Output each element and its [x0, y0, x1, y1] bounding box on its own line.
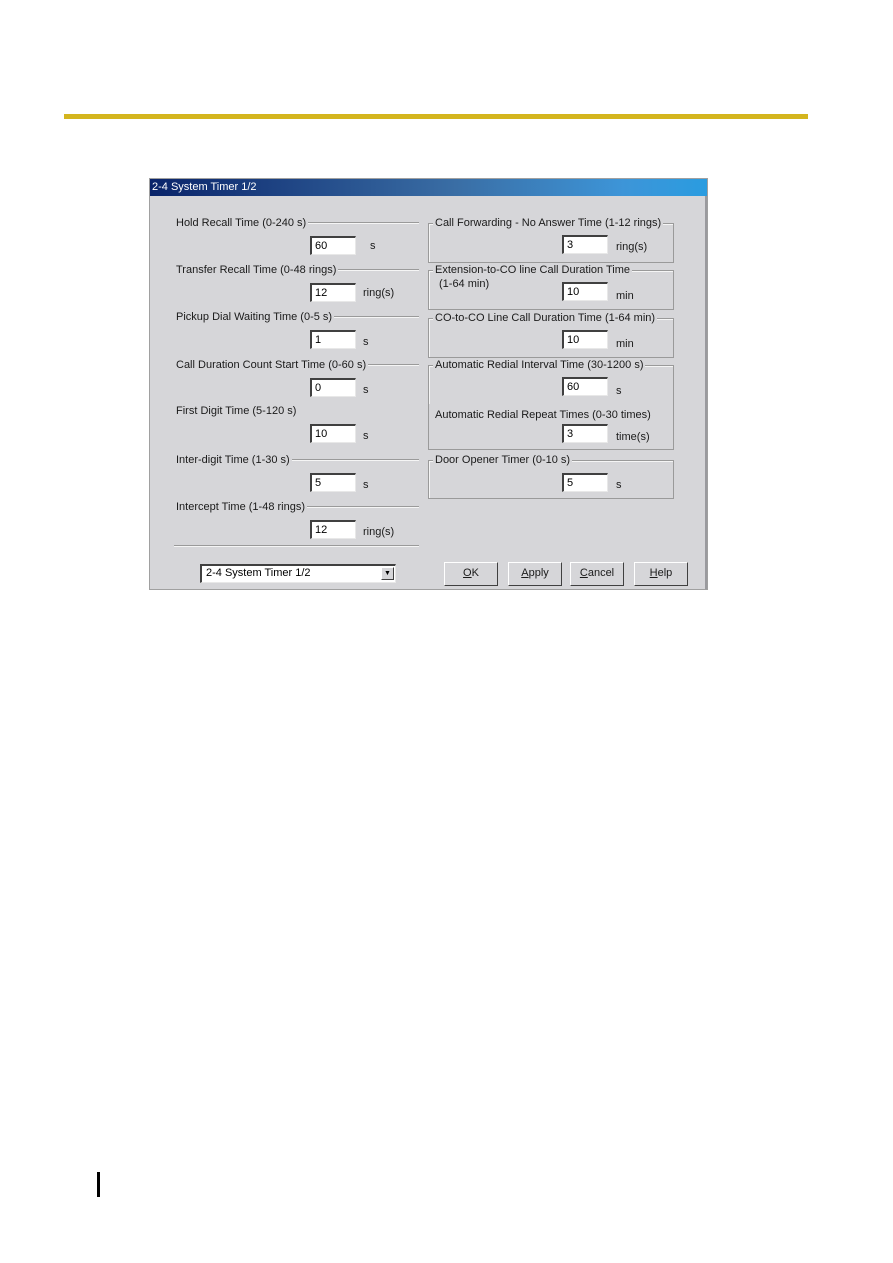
- system-timer-dialog: 2-4 System Timer 1/2 Hold Recall Time (0…: [149, 178, 708, 590]
- group-label: Intercept Time (1-48 rings): [174, 501, 307, 513]
- group-label: Call Duration Count Start Time (0-60 s): [174, 359, 369, 371]
- group-intercept-time: Intercept Time (1-48 rings) 12 ring(s): [174, 501, 419, 544]
- unit-label: s: [363, 430, 369, 442]
- unit-label: min: [616, 290, 634, 302]
- group-extension-to-co-call-duration-time: Extension-to-CO line Call Duration Time …: [428, 264, 674, 310]
- unit-label: ring(s): [616, 241, 648, 253]
- unit-label: ring(s): [363, 287, 395, 299]
- ok-mnemonic: O: [463, 567, 472, 579]
- unit-label: min: [616, 338, 634, 350]
- group-label: First Digit Time (5-120 s): [174, 405, 299, 417]
- dialog-edge: [705, 196, 707, 589]
- group-first-digit-time: First Digit Time (5-120 s) 10 s: [174, 405, 419, 448]
- unit-label: s: [363, 336, 369, 348]
- help-label: elp: [657, 567, 673, 579]
- cancel-label: ancel: [587, 567, 615, 579]
- extension-to-co-call-duration-time-input[interactable]: 10: [562, 282, 608, 301]
- page-selector-dropdown[interactable]: 2-4 System Timer 1/2 ▼: [200, 564, 396, 583]
- group-call-duration-count-start-time: Call Duration Count Start Time (0-60 s) …: [174, 359, 419, 402]
- inter-digit-time-input[interactable]: 5: [310, 473, 356, 492]
- group-label: Automatic Redial Interval Time (30-1200 …: [433, 359, 646, 371]
- call-forwarding-no-answer-time-input[interactable]: 3: [562, 235, 608, 254]
- automatic-redial-repeat-times-input[interactable]: 3: [562, 424, 608, 443]
- group-door-opener-timer: Door Opener Timer (0-10 s) 5 s: [428, 454, 674, 499]
- call-duration-count-start-time-input[interactable]: 0: [310, 378, 356, 397]
- intercept-time-input[interactable]: 12: [310, 520, 356, 539]
- group-hold-recall-time: Hold Recall Time (0-240 s) 60 s: [174, 217, 419, 260]
- group-label: Transfer Recall Time (0-48 rings): [174, 264, 339, 276]
- group-label: Extension-to-CO line Call Duration Time: [433, 264, 633, 276]
- first-digit-time-input[interactable]: 10: [310, 424, 356, 443]
- help-button[interactable]: Help: [634, 562, 688, 586]
- unit-label: s: [363, 384, 369, 396]
- group-label: Hold Recall Time (0-240 s): [174, 217, 309, 229]
- group-label: Pickup Dial Waiting Time (0-5 s): [174, 311, 335, 323]
- group-label: Inter-digit Time (1-30 s): [174, 454, 292, 466]
- group-pickup-dial-waiting-time: Pickup Dial Waiting Time (0-5 s) 1 s: [174, 311, 419, 354]
- help-mnemonic: H: [649, 567, 658, 579]
- dropdown-arrow-icon[interactable]: ▼: [381, 567, 394, 580]
- ok-button[interactable]: OK: [444, 562, 498, 586]
- group-automatic-redial-repeat-times: Automatic Redial Repeat Times (0-30 time…: [428, 404, 674, 450]
- dialog-title: 2-4 System Timer 1/2: [150, 179, 707, 196]
- door-opener-timer-input[interactable]: 5: [562, 473, 608, 492]
- apply-mnemonic: A: [521, 567, 529, 579]
- page-margin-mark: [97, 1172, 100, 1197]
- group-label: Automatic Redial Repeat Times (0-30 time…: [433, 409, 653, 421]
- group-inter-digit-time: Inter-digit Time (1-30 s) 5 s: [174, 454, 419, 497]
- group-transfer-recall-time: Transfer Recall Time (0-48 rings) 12 rin…: [174, 264, 419, 307]
- group-sublabel: (1-64 min): [439, 278, 490, 290]
- group-separator: [174, 545, 419, 546]
- pickup-dial-waiting-time-input[interactable]: 1: [310, 330, 356, 349]
- transfer-recall-time-input[interactable]: 12: [310, 283, 356, 302]
- unit-label: s: [370, 240, 376, 252]
- hold-recall-time-input[interactable]: 60: [310, 236, 356, 255]
- group-automatic-redial-interval-time: Automatic Redial Interval Time (30-1200 …: [428, 359, 674, 404]
- unit-label: s: [363, 479, 369, 491]
- unit-label: ring(s): [363, 526, 395, 538]
- cancel-button[interactable]: Cancel: [570, 562, 624, 586]
- apply-label: pply: [528, 567, 549, 579]
- ok-label: K: [471, 567, 479, 579]
- header-rule: [64, 114, 808, 119]
- apply-button[interactable]: Apply: [508, 562, 562, 586]
- unit-label: time(s): [616, 431, 650, 443]
- group-label: Door Opener Timer (0-10 s): [433, 454, 573, 466]
- group-label: CO-to-CO Line Call Duration Time (1-64 m…: [433, 312, 658, 324]
- group-co-to-co-call-duration-time: CO-to-CO Line Call Duration Time (1-64 m…: [428, 312, 674, 358]
- group-label: Call Forwarding - No Answer Time (1-12 r…: [433, 217, 664, 229]
- page-selector-value: 2-4 System Timer 1/2: [206, 567, 311, 579]
- co-to-co-call-duration-time-input[interactable]: 10: [562, 330, 608, 349]
- cancel-mnemonic: C: [579, 567, 588, 579]
- automatic-redial-interval-time-input[interactable]: 60: [562, 377, 608, 396]
- unit-label: s: [616, 479, 622, 491]
- group-call-forwarding-no-answer-time: Call Forwarding - No Answer Time (1-12 r…: [428, 217, 674, 263]
- unit-label: s: [616, 385, 622, 397]
